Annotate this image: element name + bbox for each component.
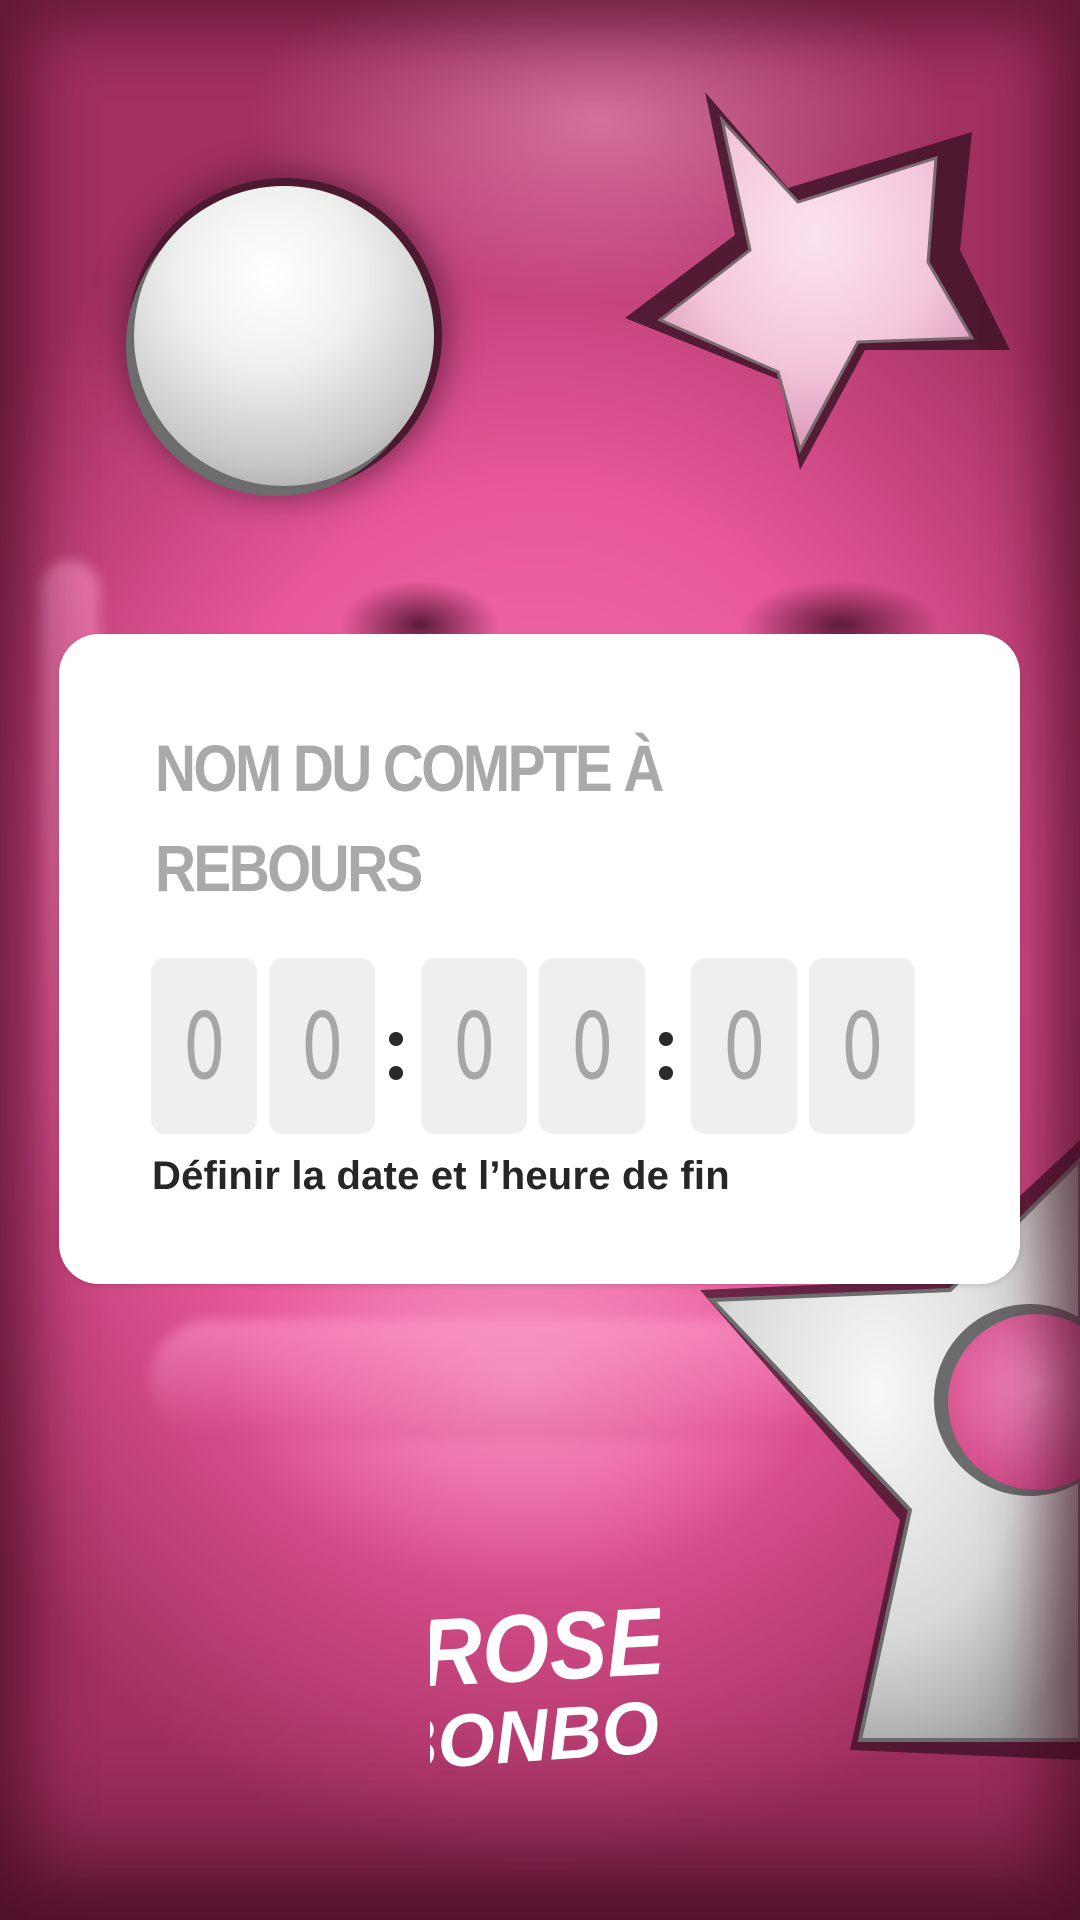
countdown-name-field[interactable]: NOM DU COMPTE À REBOURS — [155, 718, 809, 918]
digit-hours-ones: 0 — [539, 958, 645, 1134]
colon-separator — [381, 958, 411, 1134]
digit-minutes-tens: 0 — [691, 958, 797, 1134]
rose-bonbon-logo: ROSE BONBON — [430, 1587, 660, 1782]
digit-minutes-ones: 0 — [809, 958, 915, 1134]
digit-days-tens: 0 — [151, 958, 257, 1134]
colon-separator — [651, 958, 681, 1134]
digit-hours-tens: 0 — [421, 958, 527, 1134]
countdown-digits[interactable]: 0 0 0 0 0 0 — [151, 958, 931, 1134]
digit-days-ones: 0 — [269, 958, 375, 1134]
set-end-date-button[interactable]: Définir la date et l’heure de fin — [152, 1154, 730, 1199]
countdown-sticker-card[interactable]: NOM DU COMPTE À REBOURS 0 0 0 0 0 0 Défi… — [59, 634, 1020, 1284]
